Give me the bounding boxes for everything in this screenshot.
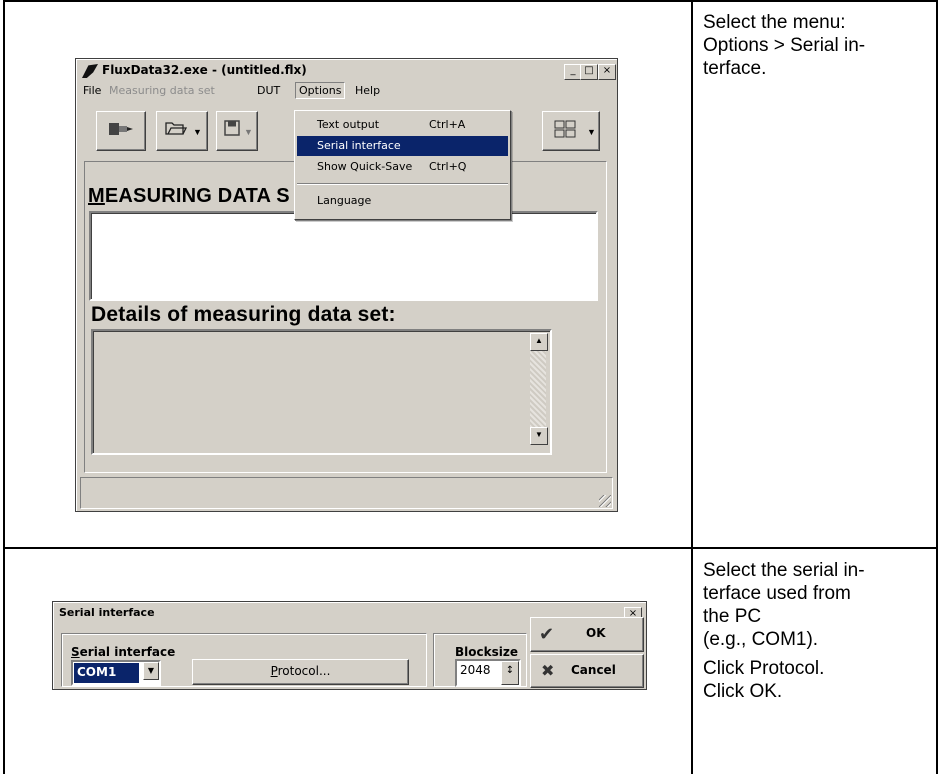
menu-options[interactable]: Options bbox=[295, 82, 346, 99]
details-scrollbar[interactable] bbox=[530, 349, 546, 427]
layout-button[interactable]: ▼ bbox=[542, 111, 600, 151]
instruction-line: the PC bbox=[703, 606, 762, 627]
title-bar: FluxData32.exe - (untitled.flx) _ □ × bbox=[78, 61, 616, 81]
blocksize-label: Blocksize bbox=[455, 645, 518, 659]
port-select[interactable]: COM1 ▼ bbox=[71, 660, 161, 686]
menu-help[interactable]: Help bbox=[352, 83, 383, 98]
ok-button[interactable]: ✔ OK bbox=[530, 617, 644, 652]
instruction-step1: Select the menu: Options > Serial in- te… bbox=[703, 11, 865, 80]
data-set-list[interactable] bbox=[89, 211, 598, 301]
table-border-mid bbox=[691, 0, 693, 774]
label-text: erial interface bbox=[79, 645, 176, 659]
menu-item-label: Show Quick-Save bbox=[317, 160, 413, 173]
blocksize-spinner[interactable]: 2048 ↕ bbox=[455, 659, 521, 687]
details-box bbox=[91, 329, 552, 455]
close-button[interactable]: × bbox=[598, 64, 616, 80]
menu-item-serial-interface[interactable]: Serial interface bbox=[297, 136, 508, 156]
status-bar bbox=[80, 477, 613, 509]
table-border-left bbox=[3, 0, 5, 774]
menu-item-accel: Ctrl+Q bbox=[429, 160, 467, 173]
resize-grip[interactable] bbox=[599, 495, 611, 507]
table-border-top bbox=[3, 0, 938, 2]
menu-item-label: Text output bbox=[317, 118, 380, 131]
window-title: FluxData32.exe - (untitled.flx) bbox=[102, 63, 307, 77]
table-border-right bbox=[936, 0, 938, 774]
menu-separator bbox=[297, 183, 508, 185]
instruction-line: Select the menu: bbox=[703, 12, 846, 33]
chevron-down-icon[interactable]: ▼ bbox=[193, 127, 202, 137]
chevron-down-icon[interactable]: ▼ bbox=[587, 127, 596, 137]
heading-text: EASURING DATA S bbox=[104, 185, 290, 207]
chevron-down-icon[interactable]: ▼ bbox=[244, 127, 253, 137]
protocol-mnemonic: P bbox=[270, 664, 278, 678]
menu-item-show-quick-save[interactable]: Show Quick-Save Ctrl+Q bbox=[297, 157, 508, 177]
options-menu: Text output Ctrl+A Serial interface Show… bbox=[294, 110, 511, 220]
menu-item-text-output[interactable]: Text output Ctrl+A bbox=[297, 115, 508, 135]
instruction-step2: Select the serial in- terface used from … bbox=[703, 559, 865, 703]
chevron-down-icon[interactable]: ▼ bbox=[143, 662, 159, 680]
instruction-line: (e.g., COM1). bbox=[703, 629, 819, 650]
cancel-button[interactable]: ✖ Cancel bbox=[530, 654, 644, 688]
maximize-button[interactable]: □ bbox=[580, 64, 598, 80]
menu-item-label: Serial interface bbox=[317, 139, 401, 152]
instruction-line: terface used from bbox=[703, 583, 851, 604]
spinner-arrows-icon[interactable]: ↕ bbox=[501, 661, 519, 685]
app-icon bbox=[82, 64, 98, 78]
instruction-line: terface. bbox=[703, 58, 767, 79]
port-select-value: COM1 bbox=[74, 663, 139, 683]
menu-item-label: Language bbox=[317, 194, 372, 207]
label-mnemonic: S bbox=[71, 645, 80, 659]
menu-item-language[interactable]: Language bbox=[297, 191, 508, 211]
dialog-title: Serial interface bbox=[59, 606, 155, 619]
menu-bar: File Measuring data set DUT Options Help bbox=[78, 81, 615, 101]
menu-item-accel: Ctrl+A bbox=[429, 118, 466, 131]
protocol-button[interactable]: Protocol... bbox=[192, 659, 409, 685]
cancel-label: Cancel bbox=[571, 663, 616, 677]
save-button[interactable]: ▼ bbox=[216, 111, 258, 151]
connect-button[interactable] bbox=[96, 111, 146, 151]
scroll-down-button[interactable]: ▼ bbox=[530, 427, 548, 445]
cross-icon: ✖ bbox=[541, 661, 555, 680]
table-row-divider bbox=[3, 547, 938, 549]
open-button[interactable]: ▼ bbox=[156, 111, 208, 151]
ok-label: OK bbox=[586, 626, 606, 640]
scroll-up-button[interactable]: ▲ bbox=[530, 333, 548, 351]
blocksize-value: 2048 bbox=[460, 663, 491, 677]
protocol-text: rotocol... bbox=[277, 664, 331, 678]
connect-icon bbox=[97, 120, 145, 143]
heading-mnemonic: M bbox=[88, 185, 105, 207]
details-heading: Details of measuring data set: bbox=[91, 303, 396, 326]
instruction-line: Click Protocol. bbox=[703, 658, 825, 679]
menu-measuring-data-set[interactable]: Measuring data set bbox=[106, 83, 218, 98]
instruction-line: Click OK. bbox=[703, 681, 783, 702]
measuring-data-set-heading: MEASURING DATA S bbox=[88, 185, 290, 208]
menu-dut[interactable]: DUT bbox=[254, 83, 283, 98]
serial-interface-label: Serial interface bbox=[71, 645, 175, 659]
checkmark-icon: ✔ bbox=[539, 624, 555, 645]
menu-file[interactable]: File bbox=[80, 83, 104, 98]
serial-interface-dialog: Serial interface × Serial interface COM1… bbox=[52, 601, 647, 690]
instruction-line: Select the serial in- bbox=[703, 560, 865, 581]
instruction-line: Options > Serial in- bbox=[703, 35, 866, 56]
